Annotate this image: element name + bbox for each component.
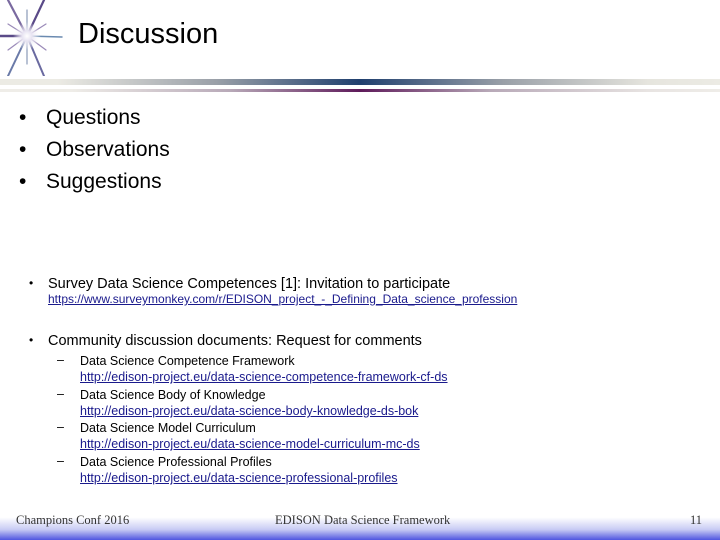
bullet-icon: • — [29, 276, 34, 290]
list-item: • Observations — [19, 134, 170, 166]
bullet-icon: • — [19, 106, 27, 129]
header-divider-primary — [0, 79, 720, 85]
survey-text: Survey Data Science Competences [1]: Inv… — [48, 276, 451, 292]
dash-icon: – — [57, 353, 64, 367]
sub-item-text: Data Science Body of Knowledge — [80, 388, 266, 402]
slide-title: Discussion — [78, 18, 219, 50]
community-text: Community discussion documents: Request … — [48, 333, 422, 349]
sub-item-text: Data Science Model Curriculum — [80, 421, 256, 435]
survey-link[interactable]: https://www.surveymonkey.com/r/EDISON_pr… — [48, 292, 517, 306]
list-item: • Suggestions — [19, 166, 170, 198]
footer-conference: Champions Conf 2016 — [16, 513, 130, 527]
main-bullet-list: • Questions • Observations • Suggestions — [19, 102, 170, 198]
slide-footer: Champions Conf 2016 EDISON Data Science … — [0, 505, 720, 540]
list-item-text: Suggestions — [46, 170, 162, 193]
sub-item-link[interactable]: http://edison-project.eu/data-science-pr… — [80, 471, 398, 486]
list-item: • Questions — [19, 102, 170, 134]
sub-item-link[interactable]: http://edison-project.eu/data-science-mo… — [80, 437, 420, 452]
list-item-text: Observations — [46, 138, 170, 161]
sub-item-link[interactable]: http://edison-project.eu/data-science-bo… — [80, 404, 418, 419]
sub-item-link[interactable]: http://edison-project.eu/data-science-co… — [80, 370, 448, 385]
dash-icon: – — [57, 387, 64, 401]
footer-title: EDISON Data Science Framework — [275, 513, 451, 527]
bullet-icon: • — [29, 333, 34, 347]
page-number: 11 — [690, 513, 703, 527]
bullet-icon: • — [19, 138, 27, 161]
list-item-text: Questions — [46, 106, 141, 129]
header-divider-secondary — [0, 89, 720, 92]
bullet-icon: • — [19, 170, 27, 193]
starburst-icon — [0, 0, 63, 76]
dash-icon: – — [57, 420, 64, 434]
dash-icon: – — [57, 454, 64, 468]
sub-item-text: Data Science Professional Profiles — [80, 455, 272, 469]
sub-item-text: Data Science Competence Framework — [80, 354, 295, 368]
